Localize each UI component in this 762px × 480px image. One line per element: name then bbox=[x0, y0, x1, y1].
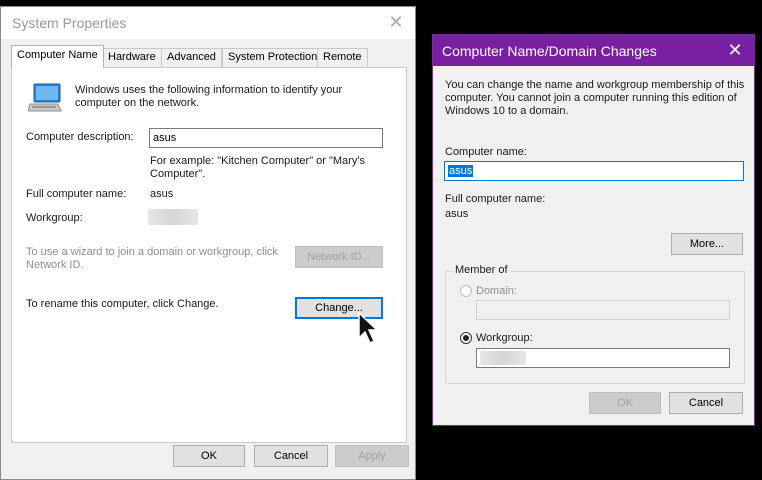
tab-hardware[interactable]: Hardware bbox=[102, 48, 162, 67]
workgroup-input[interactable] bbox=[476, 348, 730, 368]
computer-name-domain-changes-dialog: Computer Name/Domain Changes ✕ You can c… bbox=[432, 34, 755, 426]
computer-name-selected-text: asus bbox=[448, 165, 474, 177]
computer-name-input[interactable]: asus bbox=[444, 161, 744, 181]
dialog-cancel-button[interactable]: Cancel bbox=[669, 392, 743, 414]
computer-description-input[interactable]: asus bbox=[149, 128, 383, 148]
example-text: For example: "Kitchen Computer" or "Mary… bbox=[150, 155, 365, 180]
window-title: System Properties bbox=[12, 15, 127, 31]
mouse-cursor-icon bbox=[358, 312, 379, 345]
rename-help-text: To rename this computer, click Change. bbox=[26, 298, 219, 310]
network-id-help-text: To use a wizard to join a domain or work… bbox=[26, 246, 278, 271]
title-bar[interactable]: System Properties ✕ bbox=[1, 7, 415, 39]
cancel-button[interactable]: Cancel bbox=[254, 445, 328, 467]
tab-advanced[interactable]: Advanced bbox=[161, 48, 222, 67]
member-of-groupbox: Member of Domain: Workgroup: bbox=[445, 264, 745, 384]
computer-icon bbox=[28, 83, 62, 112]
full-computer-name-label: Full computer name: bbox=[26, 188, 127, 200]
intro-text: Windows uses the following information t… bbox=[75, 84, 343, 109]
dialog-full-computer-name-label: Full computer name: bbox=[445, 193, 546, 205]
workgroup-value-blurred bbox=[148, 209, 198, 225]
full-computer-name-value: asus bbox=[150, 188, 174, 200]
workgroup-label: Workgroup: bbox=[26, 212, 83, 224]
dialog-full-computer-name-value: asus bbox=[445, 208, 469, 220]
computer-name-label: Computer name: bbox=[445, 146, 527, 158]
system-properties-window: System Properties ✕ Computer Name Hardwa… bbox=[0, 6, 416, 480]
close-icon[interactable]: ✕ bbox=[724, 39, 746, 61]
workgroup-input-blurred bbox=[480, 351, 526, 365]
close-icon[interactable]: ✕ bbox=[385, 11, 407, 33]
dialog-ok-button[interactable]: OK bbox=[589, 392, 661, 414]
apply-button[interactable]: Apply bbox=[335, 445, 409, 467]
tab-computer-name[interactable]: Computer Name bbox=[11, 45, 104, 68]
dialog-intro-text: You can change the name and workgroup me… bbox=[445, 79, 745, 117]
tab-strip: Computer Name Hardware Advanced System P… bbox=[11, 45, 407, 68]
ok-button[interactable]: OK bbox=[173, 445, 245, 467]
dialog-title: Computer Name/Domain Changes bbox=[442, 43, 657, 59]
dialog-workgroup-label: Workgroup: bbox=[476, 332, 533, 344]
network-id-button[interactable]: Network ID... bbox=[295, 246, 383, 268]
dialog-title-bar[interactable]: Computer Name/Domain Changes ✕ bbox=[433, 35, 754, 66]
tab-remote[interactable]: Remote bbox=[317, 48, 368, 67]
computer-description-label: Computer description: bbox=[26, 131, 134, 143]
domain-label: Domain: bbox=[476, 285, 517, 297]
domain-radio[interactable] bbox=[460, 285, 472, 297]
tab-system-protection[interactable]: System Protection bbox=[222, 48, 324, 67]
domain-input[interactable] bbox=[476, 300, 730, 320]
member-of-label: Member of bbox=[452, 264, 511, 276]
workgroup-radio[interactable] bbox=[460, 332, 472, 344]
more-button[interactable]: More... bbox=[671, 233, 743, 255]
tab-panel-computer-name: Windows uses the following information t… bbox=[11, 67, 407, 443]
